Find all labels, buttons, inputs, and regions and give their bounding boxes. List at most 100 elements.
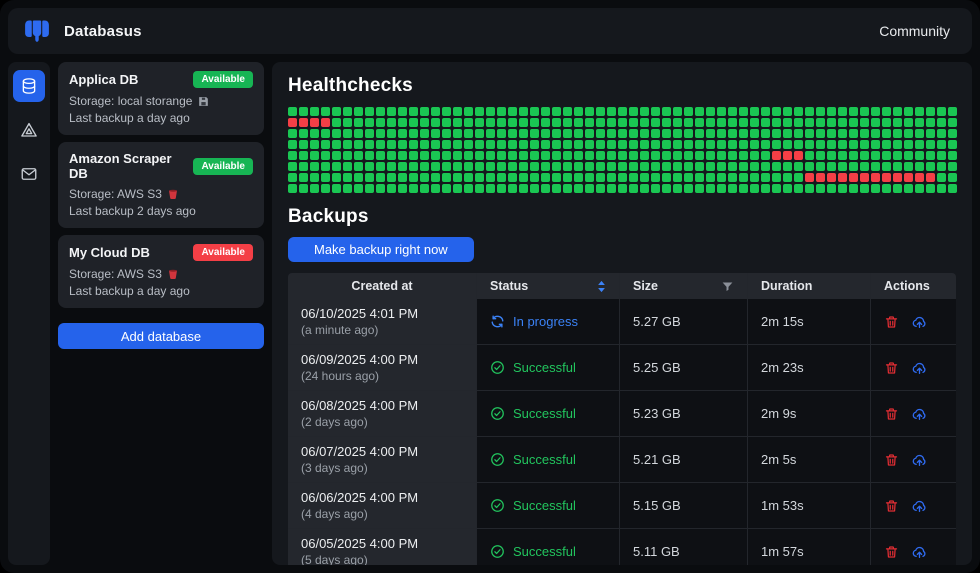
healthcheck-cell xyxy=(739,140,748,149)
healthcheck-cell xyxy=(541,140,550,149)
healthcheck-cell xyxy=(552,140,561,149)
healthcheck-cell xyxy=(882,162,891,171)
duration-cell: 2m 15s xyxy=(748,299,871,344)
healthcheck-cell xyxy=(508,151,517,160)
healthcheck-cell xyxy=(530,129,539,138)
healthcheck-cell xyxy=(288,184,297,193)
download-backup-button cloud-upload-icon[interactable] xyxy=(911,544,928,560)
healthcheck-cell xyxy=(376,107,385,116)
community-link[interactable]: Community xyxy=(879,23,950,39)
healthcheck-cell xyxy=(519,129,528,138)
healthcheck-cell xyxy=(926,184,935,193)
delete-backup-button trash-icon[interactable] xyxy=(884,406,899,422)
storage-text: Storage: AWS S3 xyxy=(69,187,162,202)
healthcheck-cell xyxy=(497,107,506,116)
healthcheck-cell xyxy=(816,140,825,149)
healthcheck-cell xyxy=(376,162,385,171)
filter-icon[interactable] xyxy=(721,280,734,293)
healthcheck-cell xyxy=(618,107,627,116)
healthcheck-cell xyxy=(915,140,924,149)
delete-backup-button trash-icon[interactable] xyxy=(884,544,899,560)
backup-size: 5.25 GB xyxy=(633,360,681,375)
healthcheck-cell xyxy=(310,140,319,149)
healthcheck-cell xyxy=(442,173,451,182)
healthcheck-cell xyxy=(772,162,781,171)
sort-icon[interactable] xyxy=(597,280,606,293)
healthcheck-cell xyxy=(827,140,836,149)
healthcheck-cell xyxy=(585,151,594,160)
healthcheck-cell xyxy=(805,118,814,127)
healthcheck-cell xyxy=(662,173,671,182)
healthcheck-cell xyxy=(816,118,825,127)
download-backup-button cloud-upload-icon[interactable] xyxy=(911,360,928,376)
add-database-button[interactable]: Add database xyxy=(58,323,264,349)
healthcheck-cell xyxy=(662,151,671,160)
healthcheck-cell xyxy=(343,140,352,149)
download-backup-button cloud-upload-icon[interactable] xyxy=(911,314,928,330)
healthcheck-cell xyxy=(431,184,440,193)
healthcheck-cell xyxy=(915,129,924,138)
backup-date-relative: (a minute ago) xyxy=(301,322,378,338)
status-text: Successful xyxy=(513,406,576,421)
healthcheck-cell xyxy=(915,173,924,182)
healthcheck-cell xyxy=(761,107,770,116)
healthcheck-cell xyxy=(486,151,495,160)
healthcheck-cell xyxy=(640,151,649,160)
healthcheck-cell xyxy=(772,184,781,193)
healthcheck-cell xyxy=(695,107,704,116)
healthcheck-cell xyxy=(618,184,627,193)
healthcheck-cell xyxy=(464,173,473,182)
status-cell: Successful xyxy=(477,391,620,436)
healthcheck-cell xyxy=(321,140,330,149)
healthcheck-cell xyxy=(761,129,770,138)
healthcheck-cell xyxy=(475,107,484,116)
healthcheck-cell xyxy=(816,107,825,116)
healthchecks-title: Healthchecks xyxy=(288,75,956,97)
download-backup-button cloud-upload-icon[interactable] xyxy=(911,452,928,468)
healthcheck-cell xyxy=(750,151,759,160)
healthcheck-cell xyxy=(585,129,594,138)
healthcheck-cell xyxy=(739,184,748,193)
healthcheck-cell xyxy=(662,107,671,116)
database-card[interactable]: My Cloud DBAvailableStorage: AWS S3Last … xyxy=(58,235,264,308)
delete-backup-button trash-icon[interactable] xyxy=(884,360,899,376)
healthcheck-cell xyxy=(310,184,319,193)
database-card[interactable]: Applica DBAvailableStorage: local storan… xyxy=(58,62,264,135)
healthcheck-cell xyxy=(431,118,440,127)
healthcheck-cell xyxy=(629,118,638,127)
healthcheck-cell xyxy=(607,140,616,149)
healthcheck-cell xyxy=(409,118,418,127)
healthcheck-cell xyxy=(574,107,583,116)
healthcheck-cell xyxy=(739,162,748,171)
healthcheck-cell xyxy=(486,118,495,127)
healthcheck-cell xyxy=(783,107,792,116)
backup-date-relative: (3 days ago) xyxy=(301,460,368,476)
healthcheck-cell xyxy=(772,173,781,182)
healthcheck-cell xyxy=(882,140,891,149)
healthcheck-cell xyxy=(519,118,528,127)
healthcheck-cell xyxy=(827,151,836,160)
sidebar-item-notifications mail-icon[interactable] xyxy=(13,158,45,190)
backup-size: 5.15 GB xyxy=(633,498,681,513)
healthcheck-cell xyxy=(882,118,891,127)
delete-backup-button trash-icon[interactable] xyxy=(884,498,899,514)
download-backup-button cloud-upload-icon[interactable] xyxy=(911,406,928,422)
healthcheck-cell xyxy=(871,140,880,149)
healthcheck-cell xyxy=(893,118,902,127)
healthcheck-cell xyxy=(794,173,803,182)
healthcheck-cell xyxy=(860,184,869,193)
make-backup-button[interactable]: Make backup right now xyxy=(288,237,474,262)
actions-cell xyxy=(871,529,956,565)
healthcheck-cell xyxy=(827,107,836,116)
healthcheck-cell xyxy=(750,107,759,116)
download-backup-button cloud-upload-icon[interactable] xyxy=(911,498,928,514)
healthcheck-cell xyxy=(684,162,693,171)
delete-backup-button trash-icon[interactable] xyxy=(884,452,899,468)
healthcheck-cell xyxy=(827,118,836,127)
healthcheck-cell xyxy=(937,118,946,127)
delete-backup-button trash-icon[interactable] xyxy=(884,314,899,330)
healthcheck-cell xyxy=(409,173,418,182)
sidebar-item-databases database-icon[interactable] xyxy=(13,70,45,102)
database-card[interactable]: Amazon Scraper DBAvailableStorage: AWS S… xyxy=(58,142,264,228)
sidebar-item-storages drive-icon[interactable] xyxy=(13,114,45,146)
